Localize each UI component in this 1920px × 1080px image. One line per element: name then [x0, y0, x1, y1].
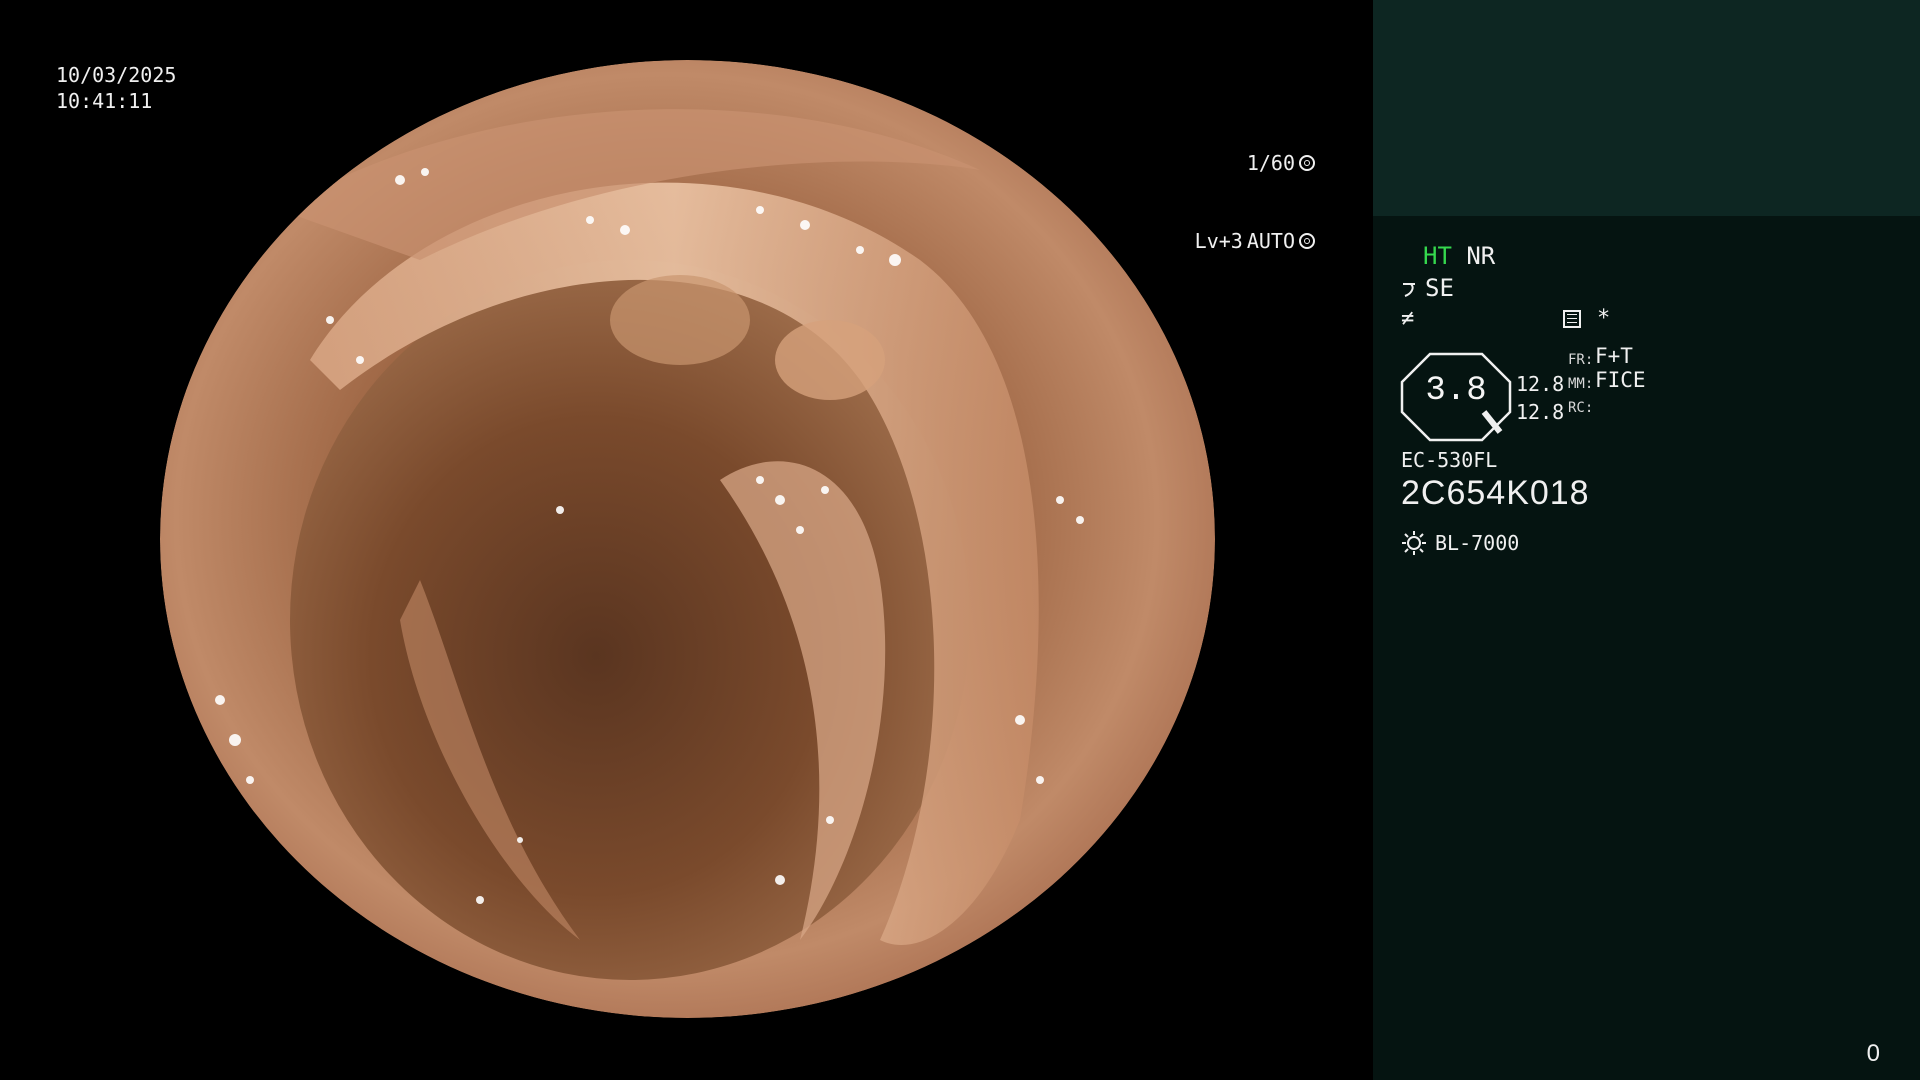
se-label: SE: [1425, 274, 1454, 302]
star-symbol: *: [1597, 306, 1611, 331]
exposure-readout: 1/60 Lv+3 AUTO: [1115, 98, 1315, 306]
list-icon: [1563, 309, 1581, 328]
hook-icon: [1403, 283, 1415, 297]
date-text: 10/03/2025: [56, 63, 177, 87]
date-time-readout: 10/03/2025 10:41:11: [56, 62, 176, 114]
se-row: SE: [1401, 274, 1454, 302]
endoscope-view-area: 10/03/2025 10:41:11 1/60 Lv+3 AUTO: [0, 0, 1373, 1080]
zoom-value: 3.8: [1425, 372, 1487, 410]
auto-iris-icon: [1299, 233, 1315, 249]
shutter-row: 1/60: [1115, 150, 1315, 176]
colon-endoscopic-image: [160, 60, 1215, 1018]
panel-header-block: [1373, 0, 1920, 216]
info-panel: HT NR SE ≠ *: [1373, 0, 1920, 1080]
time-text: 10:41:11: [56, 89, 153, 113]
ht-label: HT: [1423, 242, 1452, 270]
nr-label: NR: [1466, 242, 1496, 270]
mode-text: AUTO: [1246, 229, 1295, 253]
level-text: Lv+3: [1194, 229, 1243, 253]
shutter-icon: [1299, 155, 1315, 171]
fx-icon: ≠: [1401, 306, 1415, 331]
fx-row: ≠: [1401, 306, 1414, 331]
level-row: Lv+3 AUTO: [1115, 228, 1315, 254]
menu-star-row: *: [1563, 306, 1610, 331]
ht-nr-row: HT NR: [1423, 242, 1495, 270]
shutter-text: 1/60: [1246, 151, 1295, 175]
